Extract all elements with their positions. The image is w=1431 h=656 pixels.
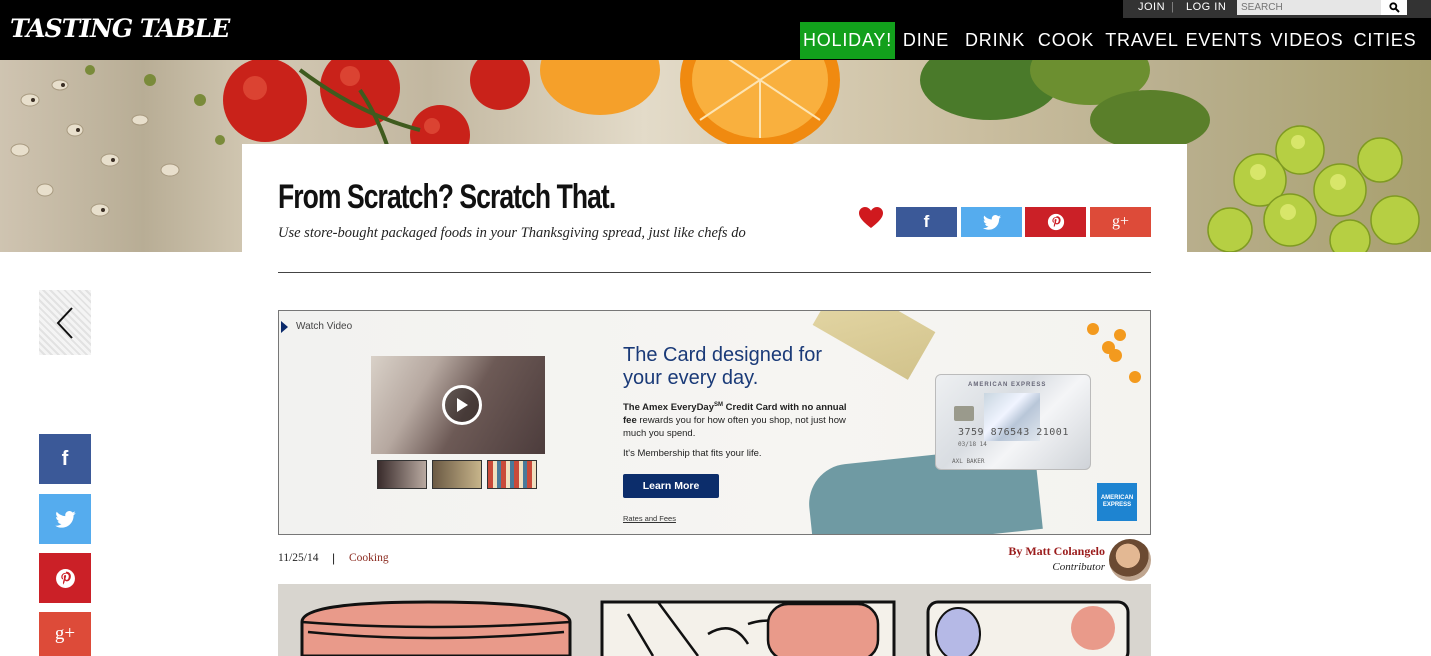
ad-decor-orange bbox=[1109, 349, 1122, 362]
card-expiry: 03/18 14 bbox=[958, 441, 987, 448]
search-input[interactable] bbox=[1237, 0, 1381, 15]
rail-pinterest-button[interactable] bbox=[39, 553, 91, 603]
article-category-link[interactable]: Cooking bbox=[349, 552, 389, 564]
meta-separator: | bbox=[332, 551, 336, 565]
utility-bar: JOIN | LOG IN bbox=[1123, 0, 1431, 18]
ad-learn-more-button[interactable]: Learn More bbox=[623, 474, 719, 498]
twitter-icon bbox=[54, 510, 76, 528]
googleplus-icon: g+ bbox=[1111, 213, 1130, 230]
nav-travel[interactable]: TRAVEL bbox=[1105, 22, 1178, 59]
ad-video-thumbnail[interactable] bbox=[487, 460, 537, 489]
ad-body-bold: The Amex EveryDay bbox=[623, 402, 715, 414]
nav-drink[interactable]: DRINK bbox=[965, 22, 1024, 59]
title-divider bbox=[278, 272, 1151, 273]
ad-decor-orange bbox=[1129, 371, 1141, 383]
card-holder-name: AXL BAKER bbox=[952, 458, 985, 465]
nav-events[interactable]: EVENTS bbox=[1186, 22, 1262, 59]
amex-advertisement[interactable]: Watch Video The Card designed for your e… bbox=[278, 310, 1151, 535]
article-date: 11/25/14 bbox=[278, 552, 319, 564]
play-triangle-icon bbox=[281, 321, 288, 333]
packaged-foods-illustration bbox=[300, 600, 1130, 656]
share-googleplus-button[interactable]: g+ bbox=[1090, 207, 1151, 237]
share-pinterest-button[interactable] bbox=[1025, 207, 1086, 237]
play-button-icon[interactable] bbox=[442, 385, 482, 425]
top-bar: TASTING TABLE JOIN | LOG IN HOLIDAY! DIN… bbox=[0, 0, 1431, 60]
pinterest-icon bbox=[55, 568, 75, 588]
previous-article-button[interactable] bbox=[39, 290, 91, 355]
ad-video-thumbnail[interactable] bbox=[377, 460, 427, 489]
card-brand-text: AMERICAN EXPRESS bbox=[968, 382, 1047, 388]
utility-separator: | bbox=[1171, 1, 1174, 13]
share-facebook-button[interactable]: f bbox=[896, 207, 957, 237]
ad-decor-orange bbox=[1087, 323, 1099, 335]
rail-twitter-button[interactable] bbox=[39, 494, 91, 544]
facebook-icon: f bbox=[61, 447, 69, 470]
nav-dine[interactable]: DINE bbox=[902, 22, 950, 59]
author-avatar[interactable] bbox=[1109, 539, 1151, 581]
ad-video-player[interactable] bbox=[371, 356, 545, 454]
googleplus-icon: g+ bbox=[54, 623, 76, 644]
rail-googleplus-button[interactable]: g+ bbox=[39, 612, 91, 656]
search-button[interactable] bbox=[1381, 0, 1407, 15]
ad-decor-orange bbox=[1114, 329, 1126, 341]
twitter-icon bbox=[982, 214, 1001, 230]
nav-videos[interactable]: VIDEOS bbox=[1271, 22, 1343, 59]
article-subtitle: Use store-bought packaged foods in your … bbox=[278, 225, 746, 241]
share-twitter-button[interactable] bbox=[961, 207, 1022, 237]
ad-rates-fees-link[interactable]: Rates and Fees bbox=[623, 514, 676, 523]
article-illustration bbox=[278, 584, 1151, 656]
ad-tagline: It's Membership that fits your life. bbox=[623, 448, 762, 459]
ad-video-thumbnail[interactable] bbox=[432, 460, 482, 489]
ad-service-mark: SM bbox=[714, 402, 724, 408]
nav-cook[interactable]: COOK bbox=[1038, 22, 1093, 59]
ad-watch-video-link[interactable]: Watch Video bbox=[296, 321, 352, 332]
facebook-icon: f bbox=[923, 212, 930, 231]
author-role: Contributor bbox=[1052, 561, 1105, 573]
card-number: 3759 876543 21001 bbox=[958, 427, 1069, 438]
rail-facebook-button[interactable]: f bbox=[39, 434, 91, 484]
amex-card-image: AMERICAN EXPRESS 3759 876543 21001 03/18… bbox=[935, 374, 1091, 470]
card-chip-icon bbox=[954, 406, 974, 421]
heart-icon[interactable] bbox=[858, 206, 884, 230]
join-link[interactable]: JOIN bbox=[1138, 1, 1165, 13]
ad-body-text: The Amex EveryDaySM Credit Card with no … bbox=[623, 399, 853, 440]
login-link[interactable]: LOG IN bbox=[1186, 1, 1226, 13]
pinterest-icon bbox=[1047, 213, 1064, 231]
nav-cities[interactable]: CITIES bbox=[1354, 22, 1416, 59]
amex-logo: AMERICAN EXPRESS bbox=[1097, 483, 1137, 521]
author-byline[interactable]: By Matt Colangelo bbox=[1008, 544, 1105, 559]
nav-holiday[interactable]: HOLIDAY! bbox=[800, 22, 895, 59]
ad-headline: The Card designed for your every day. bbox=[623, 344, 823, 389]
search-icon bbox=[1388, 2, 1400, 13]
site-logo[interactable]: TASTING TABLE bbox=[10, 14, 230, 43]
article-title: From Scratch? Scratch That. bbox=[278, 178, 616, 216]
ad-body-rest: rewards you for how often you shop, not … bbox=[623, 415, 846, 440]
chevron-left-icon bbox=[56, 306, 73, 339]
